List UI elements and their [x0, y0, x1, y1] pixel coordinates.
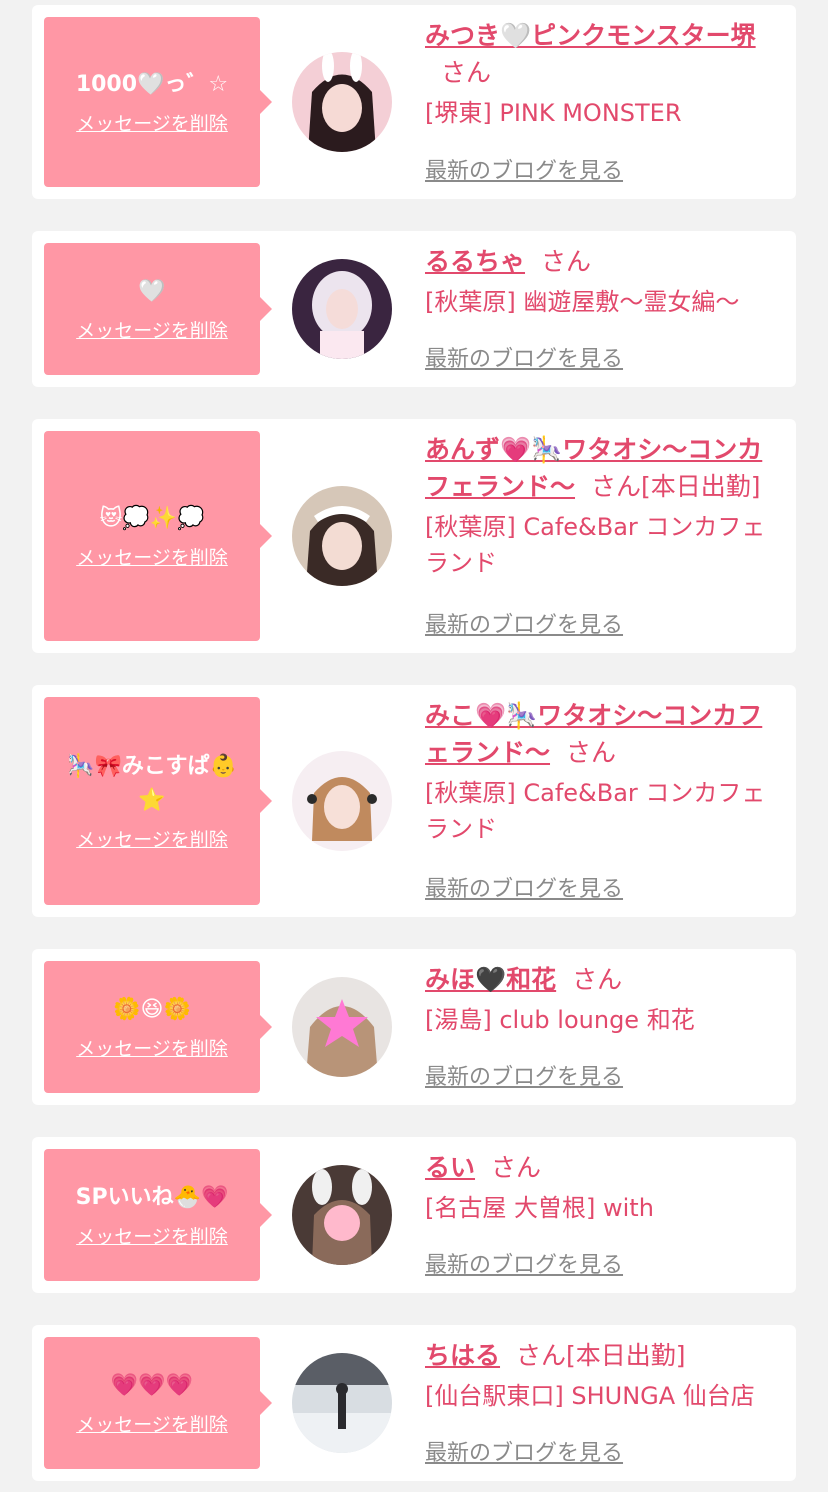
- shop-name: [秋葉原] Cafe&Bar コンカフェランド: [425, 513, 766, 577]
- message-card: 😻💭✨💭 メッセージを削除 あんず💗🎠ワタオシ〜コンカフェランド〜 さん[本日出勤…: [32, 419, 796, 653]
- honorific: さん: [441, 58, 492, 87]
- delete-message-link[interactable]: メッセージを削除: [76, 319, 228, 343]
- shop-name: [仙台駅東口] SHUNGA 仙台店: [425, 1382, 755, 1410]
- working-badge: [本日出勤]: [641, 472, 761, 501]
- shop-name: [秋葉原] Cafe&Bar コンカフェランド: [425, 779, 766, 843]
- message-card: 🌼😆🌼 メッセージを削除 みほ🖤和花 さん [湯島] club lounge 和花…: [32, 949, 796, 1105]
- message-card: SPいいね🐣💗 メッセージを削除 るい さん [名古屋 大曽根] with 最新の…: [32, 1137, 796, 1293]
- cast-name-link[interactable]: るるちゃ: [425, 247, 525, 276]
- latest-blog-link[interactable]: 最新のブログを見る: [425, 1247, 623, 1279]
- honorific: さん: [491, 1153, 542, 1182]
- message-text: 💗💗💗: [110, 1373, 194, 1398]
- cast-info: あんず💗🎠ワタオシ〜コンカフェランド〜 さん[本日出勤] [秋葉原] Cafe&B…: [425, 431, 785, 581]
- latest-blog-link[interactable]: 最新のブログを見る: [425, 607, 623, 639]
- latest-blog-link[interactable]: 最新のブログを見る: [425, 1059, 623, 1091]
- delete-message-link[interactable]: メッセージを削除: [76, 1225, 228, 1249]
- delete-message-link[interactable]: メッセージを削除: [76, 1413, 228, 1437]
- avatar[interactable]: [292, 751, 392, 851]
- message-bubble: 🤍 メッセージを削除: [44, 243, 272, 375]
- avatar[interactable]: [292, 486, 392, 586]
- message-text: 🌼😆🌼: [113, 997, 191, 1022]
- avatar[interactable]: [292, 52, 392, 152]
- avatar[interactable]: [292, 1353, 392, 1453]
- honorific: さん: [566, 738, 617, 767]
- message-card: 1000🤍っ゛☆ メッセージを削除 みつき🤍ピンクモンスター堺さん [堺東] P…: [32, 5, 796, 199]
- message-text: 🎠🎀みこすぱ👶⭐: [67, 754, 237, 813]
- cast-name-link[interactable]: みつき🤍ピンクモンスター堺: [425, 21, 756, 50]
- latest-blog-link[interactable]: 最新のブログを見る: [425, 1435, 623, 1467]
- avatar[interactable]: [292, 977, 392, 1077]
- message-bubble: SPいいね🐣💗 メッセージを削除: [44, 1149, 272, 1281]
- message-text: 🤍: [138, 279, 166, 304]
- cast-info: るるちゃ さん [秋葉原] 幽遊屋敷〜霊女編〜: [425, 243, 785, 320]
- shop-name: [湯島] club lounge 和花: [425, 1006, 695, 1034]
- message-card: 🎠🎀みこすぱ👶⭐ メッセージを削除 みこ💗🎠ワタオシ〜コンカフェランド〜 さん […: [32, 685, 796, 917]
- honorific: さん: [516, 1341, 567, 1370]
- shop-name: [堺東] PINK MONSTER: [425, 99, 682, 127]
- message-bubble: 🎠🎀みこすぱ👶⭐ メッセージを削除: [44, 697, 272, 905]
- working-badge: [本日出勤]: [566, 1341, 686, 1370]
- latest-blog-link[interactable]: 最新のブログを見る: [425, 341, 623, 373]
- delete-message-link[interactable]: メッセージを削除: [76, 828, 228, 852]
- shop-name: [名古屋 大曽根] with: [425, 1194, 654, 1222]
- message-card: 💗💗💗 メッセージを削除 ちはる さん[本日出勤] [仙台駅東口] SHUNGA …: [32, 1325, 796, 1481]
- cast-info: みつき🤍ピンクモンスター堺さん [堺東] PINK MONSTER: [425, 17, 785, 131]
- message-bubble: 🌼😆🌼 メッセージを削除: [44, 961, 272, 1093]
- message-text: 😻💭✨💭: [99, 506, 205, 531]
- delete-message-link[interactable]: メッセージを削除: [76, 112, 228, 136]
- cast-info: みほ🖤和花 さん [湯島] club lounge 和花: [425, 961, 785, 1038]
- honorific: さん: [572, 965, 623, 994]
- honorific: さん: [541, 247, 592, 276]
- avatar[interactable]: [292, 259, 392, 359]
- delete-message-link[interactable]: メッセージを削除: [76, 1037, 228, 1061]
- cast-name-link[interactable]: みほ🖤和花: [425, 965, 556, 994]
- cast-info: るい さん [名古屋 大曽根] with: [425, 1149, 785, 1226]
- avatar[interactable]: [292, 1165, 392, 1265]
- latest-blog-link[interactable]: 最新のブログを見る: [425, 153, 623, 185]
- honorific: さん: [591, 472, 642, 501]
- latest-blog-link[interactable]: 最新のブログを見る: [425, 871, 623, 903]
- cast-info: ちはる さん[本日出勤] [仙台駅東口] SHUNGA 仙台店: [425, 1337, 785, 1414]
- message-bubble: 1000🤍っ゛☆ メッセージを削除: [44, 17, 272, 187]
- cast-name-link[interactable]: ちはる: [425, 1341, 500, 1370]
- delete-message-link[interactable]: メッセージを削除: [76, 546, 228, 570]
- message-card: 🤍 メッセージを削除 るるちゃ さん [秋葉原] 幽遊屋敷〜霊女編〜 最新のブログ…: [32, 231, 796, 387]
- message-bubble: 😻💭✨💭 メッセージを削除: [44, 431, 272, 641]
- cast-info: みこ💗🎠ワタオシ〜コンカフェランド〜 さん [秋葉原] Cafe&Bar コンカフ…: [425, 697, 785, 847]
- message-text: 1000🤍っ゛☆: [75, 72, 229, 97]
- cast-name-link[interactable]: るい: [425, 1153, 475, 1182]
- message-text: SPいいね🐣💗: [75, 1185, 229, 1210]
- message-bubble: 💗💗💗 メッセージを削除: [44, 1337, 272, 1469]
- shop-name: [秋葉原] 幽遊屋敷〜霊女編〜: [425, 288, 740, 316]
